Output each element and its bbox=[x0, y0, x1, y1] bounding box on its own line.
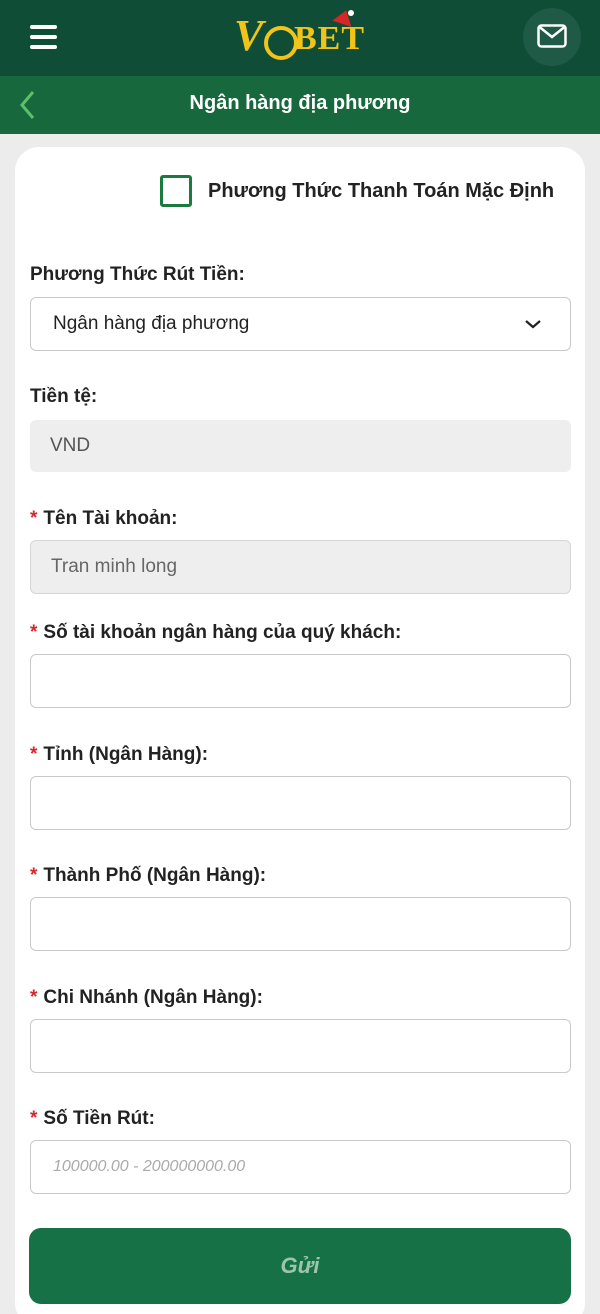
province-label: * Tỉnh (Ngân Hàng): bbox=[30, 744, 209, 765]
currency-field: VND bbox=[30, 420, 571, 472]
province-input[interactable] bbox=[30, 776, 571, 830]
menu-button[interactable] bbox=[30, 25, 60, 51]
title-bar: Ngân hàng địa phương bbox=[0, 76, 600, 134]
default-method-checkbox-row[interactable]: Phương Thức Thanh Toán Mặc Định bbox=[160, 174, 554, 208]
page-title: Ngân hàng địa phương bbox=[189, 92, 411, 114]
mail-button[interactable] bbox=[523, 8, 581, 66]
bank-account-number-label: * Số tài khoản ngân hàng của quý khách: bbox=[30, 622, 402, 643]
account-name-field: Tran minh long bbox=[30, 540, 571, 594]
default-method-label: Phương Thức Thanh Toán Mặc Định bbox=[208, 179, 555, 202]
submit-label: Gửi bbox=[280, 1253, 320, 1278]
branch-input[interactable] bbox=[30, 1019, 571, 1073]
mail-icon bbox=[537, 24, 567, 48]
amount-input[interactable]: 100000.00 - 200000000.00 bbox=[30, 1140, 571, 1194]
account-name-value: Tran minh long bbox=[51, 556, 178, 577]
submit-button[interactable]: Gửi bbox=[29, 1228, 571, 1304]
bank-account-number-input[interactable] bbox=[30, 654, 571, 708]
amount-label: * Số Tiền Rút: bbox=[30, 1108, 155, 1129]
brand-logo[interactable]: V BET bbox=[232, 7, 372, 68]
chevron-down-icon bbox=[525, 320, 541, 329]
city-input[interactable] bbox=[30, 897, 571, 951]
amount-placeholder: 100000.00 - 200000000.00 bbox=[53, 1158, 246, 1175]
city-label: * Thành Phố (Ngân Hàng): bbox=[30, 865, 267, 886]
default-method-checkbox[interactable] bbox=[160, 175, 192, 207]
withdraw-method-select[interactable]: Ngân hàng địa phương bbox=[30, 297, 571, 351]
withdraw-method-value: Ngân hàng địa phương bbox=[53, 313, 250, 334]
top-bar: V BET bbox=[0, 0, 600, 76]
currency-label: Tiền tệ: bbox=[30, 386, 98, 407]
account-name-label: * Tên Tài khoản: bbox=[30, 508, 178, 529]
hamburger-icon bbox=[30, 25, 57, 29]
withdraw-method-label: Phương Thức Rút Tiền: bbox=[30, 264, 245, 285]
branch-label: * Chi Nhánh (Ngân Hàng): bbox=[30, 987, 263, 1008]
currency-value: VND bbox=[50, 435, 91, 456]
